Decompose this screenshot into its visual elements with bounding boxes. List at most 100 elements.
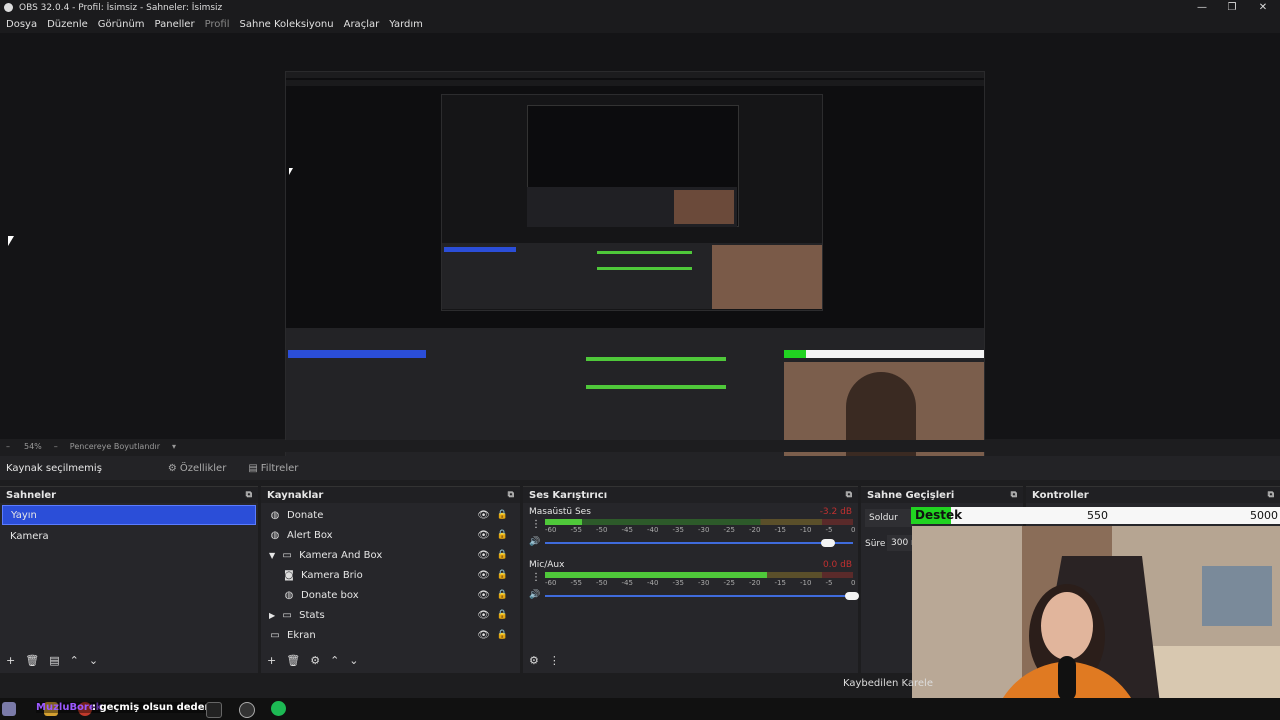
channel-menu-icon[interactable]: ⋮	[531, 519, 541, 530]
donation-label: Destek	[915, 508, 963, 522]
gear-icon[interactable]: ⚙	[529, 654, 539, 667]
lock-icon[interactable]: 🔒	[497, 530, 508, 540]
channel-menu-icon[interactable]: ⋮	[531, 572, 541, 583]
close-button[interactable]: ✕	[1248, 0, 1278, 15]
filter-icon: ▤	[248, 462, 258, 474]
sources-dock: Kaynaklar ⧉ ◍ Donate 👁 🔒 ◍ Alert Box 👁 🔒 ▼ ▭ Kamer…	[261, 486, 520, 673]
eye-icon[interactable]: 👁	[477, 630, 490, 641]
app-icon[interactable]	[2, 702, 16, 716]
source-label: Alert Box	[287, 529, 333, 541]
zoom-mode[interactable]: Pencereye Boyutlandır	[70, 442, 160, 451]
add-icon[interactable]: +	[6, 654, 15, 667]
meter-scale-label: -20	[749, 579, 761, 587]
chevron-down-icon[interactable]: ▾	[172, 442, 176, 451]
source-label: Kamera Brio	[301, 569, 363, 581]
camera-icon: ◙	[284, 569, 294, 581]
chevron-up-icon[interactable]: ⌃	[330, 654, 339, 667]
donation-goal-bar: Destek 550 5000	[911, 507, 1280, 524]
eye-icon[interactable]: 👁	[477, 550, 490, 561]
expand-down-icon[interactable]: ▼	[269, 551, 275, 560]
meter-scale-label: -40	[647, 526, 659, 534]
channel-name: Mic/Aux	[529, 560, 565, 570]
meter-scale-label: -5	[825, 579, 833, 587]
meter-scale-label: -10	[800, 579, 812, 587]
undock-icon[interactable]: ⧉	[846, 490, 852, 500]
volume-slider[interactable]	[545, 595, 853, 597]
menu-item-edit[interactable]: Düzenle	[47, 19, 88, 30]
lock-icon[interactable]: 🔒	[497, 590, 508, 600]
properties-button[interactable]: ⚙ Özellikler	[168, 463, 226, 474]
undock-icon[interactable]: ⧉	[246, 490, 252, 500]
source-item[interactable]: ▶ ▭ Stats 👁 🔒	[261, 605, 520, 625]
source-item[interactable]: ◙ Kamera Brio 👁 🔒	[261, 565, 520, 585]
zoom-minus-icon[interactable]: –	[6, 442, 10, 451]
lock-icon[interactable]: 🔒	[497, 550, 508, 560]
source-item[interactable]: ▼ ▭ Kamera And Box 👁 🔒	[261, 545, 520, 565]
trash-icon[interactable]: 🗑	[286, 654, 300, 667]
browser-icon: ◍	[284, 589, 294, 601]
source-item[interactable]: ▭ Ekran 👁 🔒	[261, 625, 520, 645]
meter-scale-label: -30	[698, 579, 710, 587]
speaker-icon[interactable]: 🔊	[529, 537, 540, 547]
speaker-icon[interactable]: 🔊	[529, 590, 540, 600]
menu-item-docks[interactable]: Paneller	[155, 19, 195, 30]
zoom-minus-icon[interactable]: –	[54, 442, 58, 451]
monitor-icon: ▭	[270, 629, 280, 641]
minimize-button[interactable]: —	[1187, 0, 1217, 15]
lock-icon[interactable]: 🔒	[497, 570, 508, 580]
undock-icon[interactable]: ⧉	[508, 490, 514, 500]
menu-item-help[interactable]: Yardım	[389, 19, 423, 30]
undock-icon[interactable]: ⧉	[1268, 490, 1274, 500]
taskbar-strip: MuzluBorek : geçmiş olsun dedem	[0, 698, 1280, 720]
transition-type-select[interactable]: Soldur	[865, 509, 913, 527]
source-item[interactable]: ◍ Donate box 👁 🔒	[261, 585, 520, 605]
chat-message: : geçmiş olsun dedem	[92, 702, 215, 713]
preview-canvas[interactable]	[0, 33, 1280, 469]
obs-app-icon[interactable]	[239, 702, 255, 718]
level-meter	[545, 519, 853, 525]
spotify-icon[interactable]	[271, 701, 286, 716]
menu-item-file[interactable]: Dosya	[6, 19, 37, 30]
undock-icon[interactable]: ⧉	[1011, 490, 1017, 500]
source-item[interactable]: ◍ Donate 👁 🔒	[261, 505, 520, 525]
audio-mixer-dock: Ses Karıştırıcı ⧉ Masaüstü Ses -3.2 dB ⋮ -6…	[523, 486, 859, 673]
menu-item-tools[interactable]: Araçlar	[344, 19, 380, 30]
app-icon[interactable]	[206, 702, 222, 718]
dropped-frames-status: Kaybedilen Karele	[843, 678, 933, 689]
source-item[interactable]: ◍ Alert Box 👁 🔒	[261, 525, 520, 545]
scenes-dock-title: Sahneler ⧉	[0, 487, 258, 503]
restore-button[interactable]: ❐	[1217, 0, 1247, 15]
trash-icon[interactable]: 🗑	[25, 654, 39, 667]
chevron-down-icon[interactable]: ⌄	[89, 654, 98, 667]
volume-slider[interactable]	[545, 542, 853, 544]
add-icon[interactable]: +	[267, 654, 276, 667]
eye-icon[interactable]: 👁	[477, 510, 490, 521]
expand-right-icon[interactable]: ▶	[269, 611, 275, 620]
webcam-overlay	[912, 526, 1280, 720]
volume-slider-handle[interactable]	[821, 539, 835, 547]
volume-slider-handle[interactable]	[845, 592, 859, 600]
lock-icon[interactable]: 🔒	[497, 630, 508, 640]
more-options-icon[interactable]: ⋮	[549, 654, 560, 667]
scene-item-kamera[interactable]: Kamera	[2, 527, 256, 545]
filter-icon[interactable]: ▤	[49, 654, 59, 667]
eye-icon[interactable]: 👁	[477, 610, 490, 621]
transition-type-label: Soldur	[869, 513, 898, 523]
menu-item-scene-collection[interactable]: Sahne Koleksiyonu	[240, 19, 334, 30]
eye-icon[interactable]: 👁	[477, 530, 490, 541]
meter-scale-label: -35	[672, 579, 684, 587]
scene-item-yayin[interactable]: Yayın	[2, 505, 256, 525]
eye-icon[interactable]: 👁	[477, 570, 490, 581]
meter-scale-label: -25	[723, 526, 735, 534]
menu-item-profile[interactable]: Profil	[205, 19, 230, 30]
menu-item-view[interactable]: Görünüm	[98, 19, 145, 30]
gear-icon[interactable]: ⚙	[310, 654, 320, 667]
chevron-down-icon[interactable]: ⌄	[349, 654, 358, 667]
chevron-up-icon[interactable]: ⌃	[70, 654, 79, 667]
controls-title: Kontroller	[1032, 489, 1089, 501]
filters-button[interactable]: ▤ Filtreler	[248, 463, 298, 474]
sources-dock-title: Kaynaklar ⧉	[261, 487, 520, 503]
eye-icon[interactable]: 👁	[477, 590, 490, 601]
lock-icon[interactable]: 🔒	[497, 510, 508, 520]
lock-icon[interactable]: 🔒	[497, 610, 508, 620]
